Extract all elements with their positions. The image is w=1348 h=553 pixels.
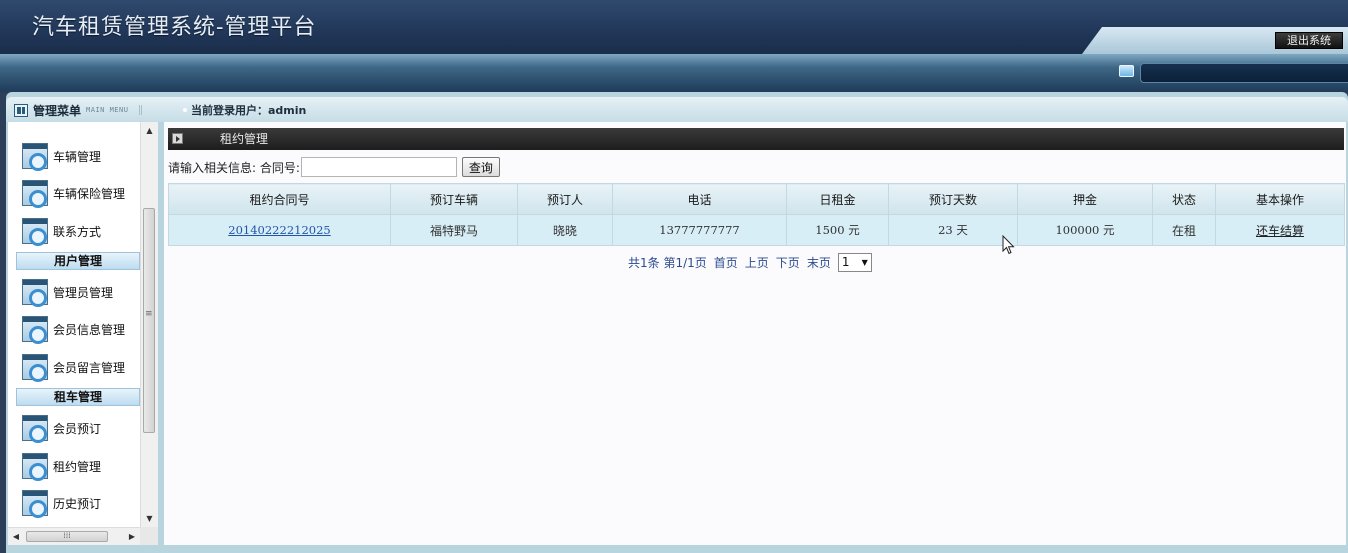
- sidebar-item-member-booking[interactable]: 会员预订: [8, 410, 140, 446]
- sidebar-item-label: 车辆保险管理: [53, 186, 126, 201]
- scroll-right-arrow-icon[interactable]: ▶: [124, 528, 140, 545]
- pager-next[interactable]: 下页: [776, 254, 800, 271]
- table-header-row: 租约合同号 预订车辆 预订人 电话 日租金 预订天数 押金 状态 基本操作: [168, 183, 1345, 215]
- sidebar-item-label: 会员预订: [53, 421, 102, 436]
- gear-icon: [22, 453, 48, 481]
- col-days: 预订天数: [888, 183, 1018, 215]
- cell-contract-no: 20140222212025: [168, 214, 391, 246]
- gear-icon: [22, 279, 48, 307]
- contract-link[interactable]: 20140222212025: [228, 223, 330, 237]
- bullet-icon: [183, 108, 187, 112]
- cell-car: 福特野马: [390, 214, 518, 246]
- sidebar: 车辆管理 车辆保险管理 联系方式 用户管理 管理员管理 会员信息管理 会员留言管…: [8, 122, 158, 545]
- sidebar-horizontal-scrollbar[interactable]: ◀ ⁞⁞⁞ ▶: [8, 527, 140, 545]
- logout-button[interactable]: 退出系统: [1275, 32, 1343, 49]
- sidebar-item-label: 租约管理: [53, 459, 102, 474]
- scroll-down-arrow-icon[interactable]: ▼: [141, 510, 158, 527]
- menu-grid-icon: [14, 103, 28, 117]
- mouse-cursor-icon: [1002, 235, 1015, 255]
- pager-first[interactable]: 首页: [714, 254, 738, 271]
- sidebar-item-label: 联系方式: [53, 224, 102, 239]
- chevron-down-icon: ▼: [861, 257, 868, 267]
- gear-icon: [22, 143, 48, 171]
- scrollbar-corner: [140, 527, 158, 545]
- sidebar-item-car-management[interactable]: 车辆管理: [8, 138, 140, 174]
- scroll-thumb[interactable]: [143, 208, 155, 433]
- cell-deposit: 100000 元: [1017, 214, 1153, 246]
- menu-header: 管理菜单 MAIN MENU: [14, 101, 147, 119]
- page-select-value: 1: [841, 255, 850, 269]
- play-square-icon: [172, 133, 183, 144]
- gear-icon: [22, 354, 48, 382]
- sidebar-item-label: 管理员管理: [53, 285, 114, 300]
- col-deposit: 押金: [1017, 183, 1153, 215]
- gear-icon: [22, 415, 48, 443]
- sidebar-item-label: 会员留言管理: [53, 360, 126, 375]
- gear-icon: [22, 218, 48, 246]
- col-actions: 基本操作: [1215, 183, 1345, 215]
- scroll-thumb-horizontal[interactable]: ⁞⁞⁞: [26, 531, 108, 542]
- gear-icon: [22, 490, 48, 518]
- pagination: 共1条 第1/1页 首页 上页 下页 末页 1 ▼: [628, 252, 872, 272]
- sidebar-item-member-messages[interactable]: 会员留言管理: [8, 349, 140, 385]
- search-button[interactable]: 查询: [461, 157, 500, 177]
- gear-icon: [22, 180, 48, 208]
- main-content: 租约管理 请输入相关信息: 合同号: 查询 租约合同号 预订车辆 预订人 电话 …: [164, 122, 1346, 545]
- cell-renter: 晓晓: [517, 214, 613, 246]
- return-settle-link[interactable]: 还车结算: [1256, 224, 1304, 238]
- sidebar-item-booking-history[interactable]: 历史预订: [8, 485, 140, 521]
- search-row: 请输入相关信息: 合同号: 查询: [168, 156, 500, 178]
- sidebar-group-rental: 租车管理: [16, 388, 140, 406]
- scroll-up-arrow-icon[interactable]: ▲: [141, 122, 158, 139]
- sub-banner-slot: [1140, 63, 1348, 83]
- login-info: 当前登录用户：admin: [183, 102, 306, 118]
- sidebar-item-admin-management[interactable]: 管理员管理: [8, 274, 140, 310]
- cell-status: 在租: [1152, 214, 1216, 246]
- pager-last[interactable]: 末页: [807, 254, 831, 271]
- contract-search-input[interactable]: [300, 157, 457, 177]
- col-phone: 电话: [612, 183, 787, 215]
- app-title: 汽车租赁管理系统-管理平台: [32, 15, 317, 40]
- search-prompt: 请输入相关信息: 合同号:: [168, 160, 300, 175]
- sidebar-item-contact[interactable]: 联系方式: [8, 213, 140, 249]
- sidebar-group-users: 用户管理: [16, 252, 140, 270]
- section-header: 租约管理: [168, 128, 1344, 150]
- col-car: 预订车辆: [390, 183, 518, 215]
- menu-title: 管理菜单: [33, 103, 82, 118]
- monitor-icon: [1119, 65, 1134, 77]
- cell-actions: 还车结算: [1215, 214, 1345, 246]
- pager-summary: 共1条 第1/1页: [628, 255, 707, 270]
- scroll-left-arrow-icon[interactable]: ◀: [8, 528, 24, 545]
- sub-banner: [0, 54, 1348, 92]
- gear-icon: [22, 316, 48, 344]
- menu-subtitle: MAIN MENU: [86, 106, 129, 114]
- col-renter: 预订人: [517, 183, 613, 215]
- sidebar-item-label: 历史预订: [53, 496, 102, 511]
- login-user-label: 当前登录用户：admin: [191, 104, 307, 117]
- sidebar-item-label: 车辆管理: [53, 149, 102, 164]
- col-daily-rent: 日租金: [786, 183, 889, 215]
- col-status: 状态: [1152, 183, 1216, 215]
- sidebar-item-member-info[interactable]: 会员信息管理: [8, 311, 140, 347]
- cell-days: 23 天: [888, 214, 1018, 246]
- menu-divider: [139, 105, 147, 115]
- top-banner: 汽车租赁管理系统-管理平台 退出系统: [0, 0, 1348, 54]
- pager-prev[interactable]: 上页: [745, 254, 769, 271]
- lease-table: 租约合同号 预订车辆 预订人 电话 日租金 预订天数 押金 状态 基本操作 20…: [168, 183, 1345, 246]
- sidebar-vertical-scrollbar[interactable]: ▲ ▼: [140, 122, 158, 527]
- cell-phone: 13777777777: [612, 214, 787, 246]
- sidebar-item-label: 会员信息管理: [53, 322, 126, 337]
- sidebar-item-lease-management[interactable]: 租约管理: [8, 448, 140, 484]
- section-title: 租约管理: [220, 132, 269, 146]
- table-row: 20140222212025 福特野马 晓晓 13777777777 1500 …: [168, 214, 1345, 246]
- sidebar-item-car-insurance[interactable]: 车辆保险管理: [8, 175, 140, 211]
- page-select[interactable]: 1 ▼: [837, 252, 872, 272]
- col-contract-no: 租约合同号: [168, 183, 391, 215]
- cell-daily-rent: 1500 元: [786, 214, 889, 246]
